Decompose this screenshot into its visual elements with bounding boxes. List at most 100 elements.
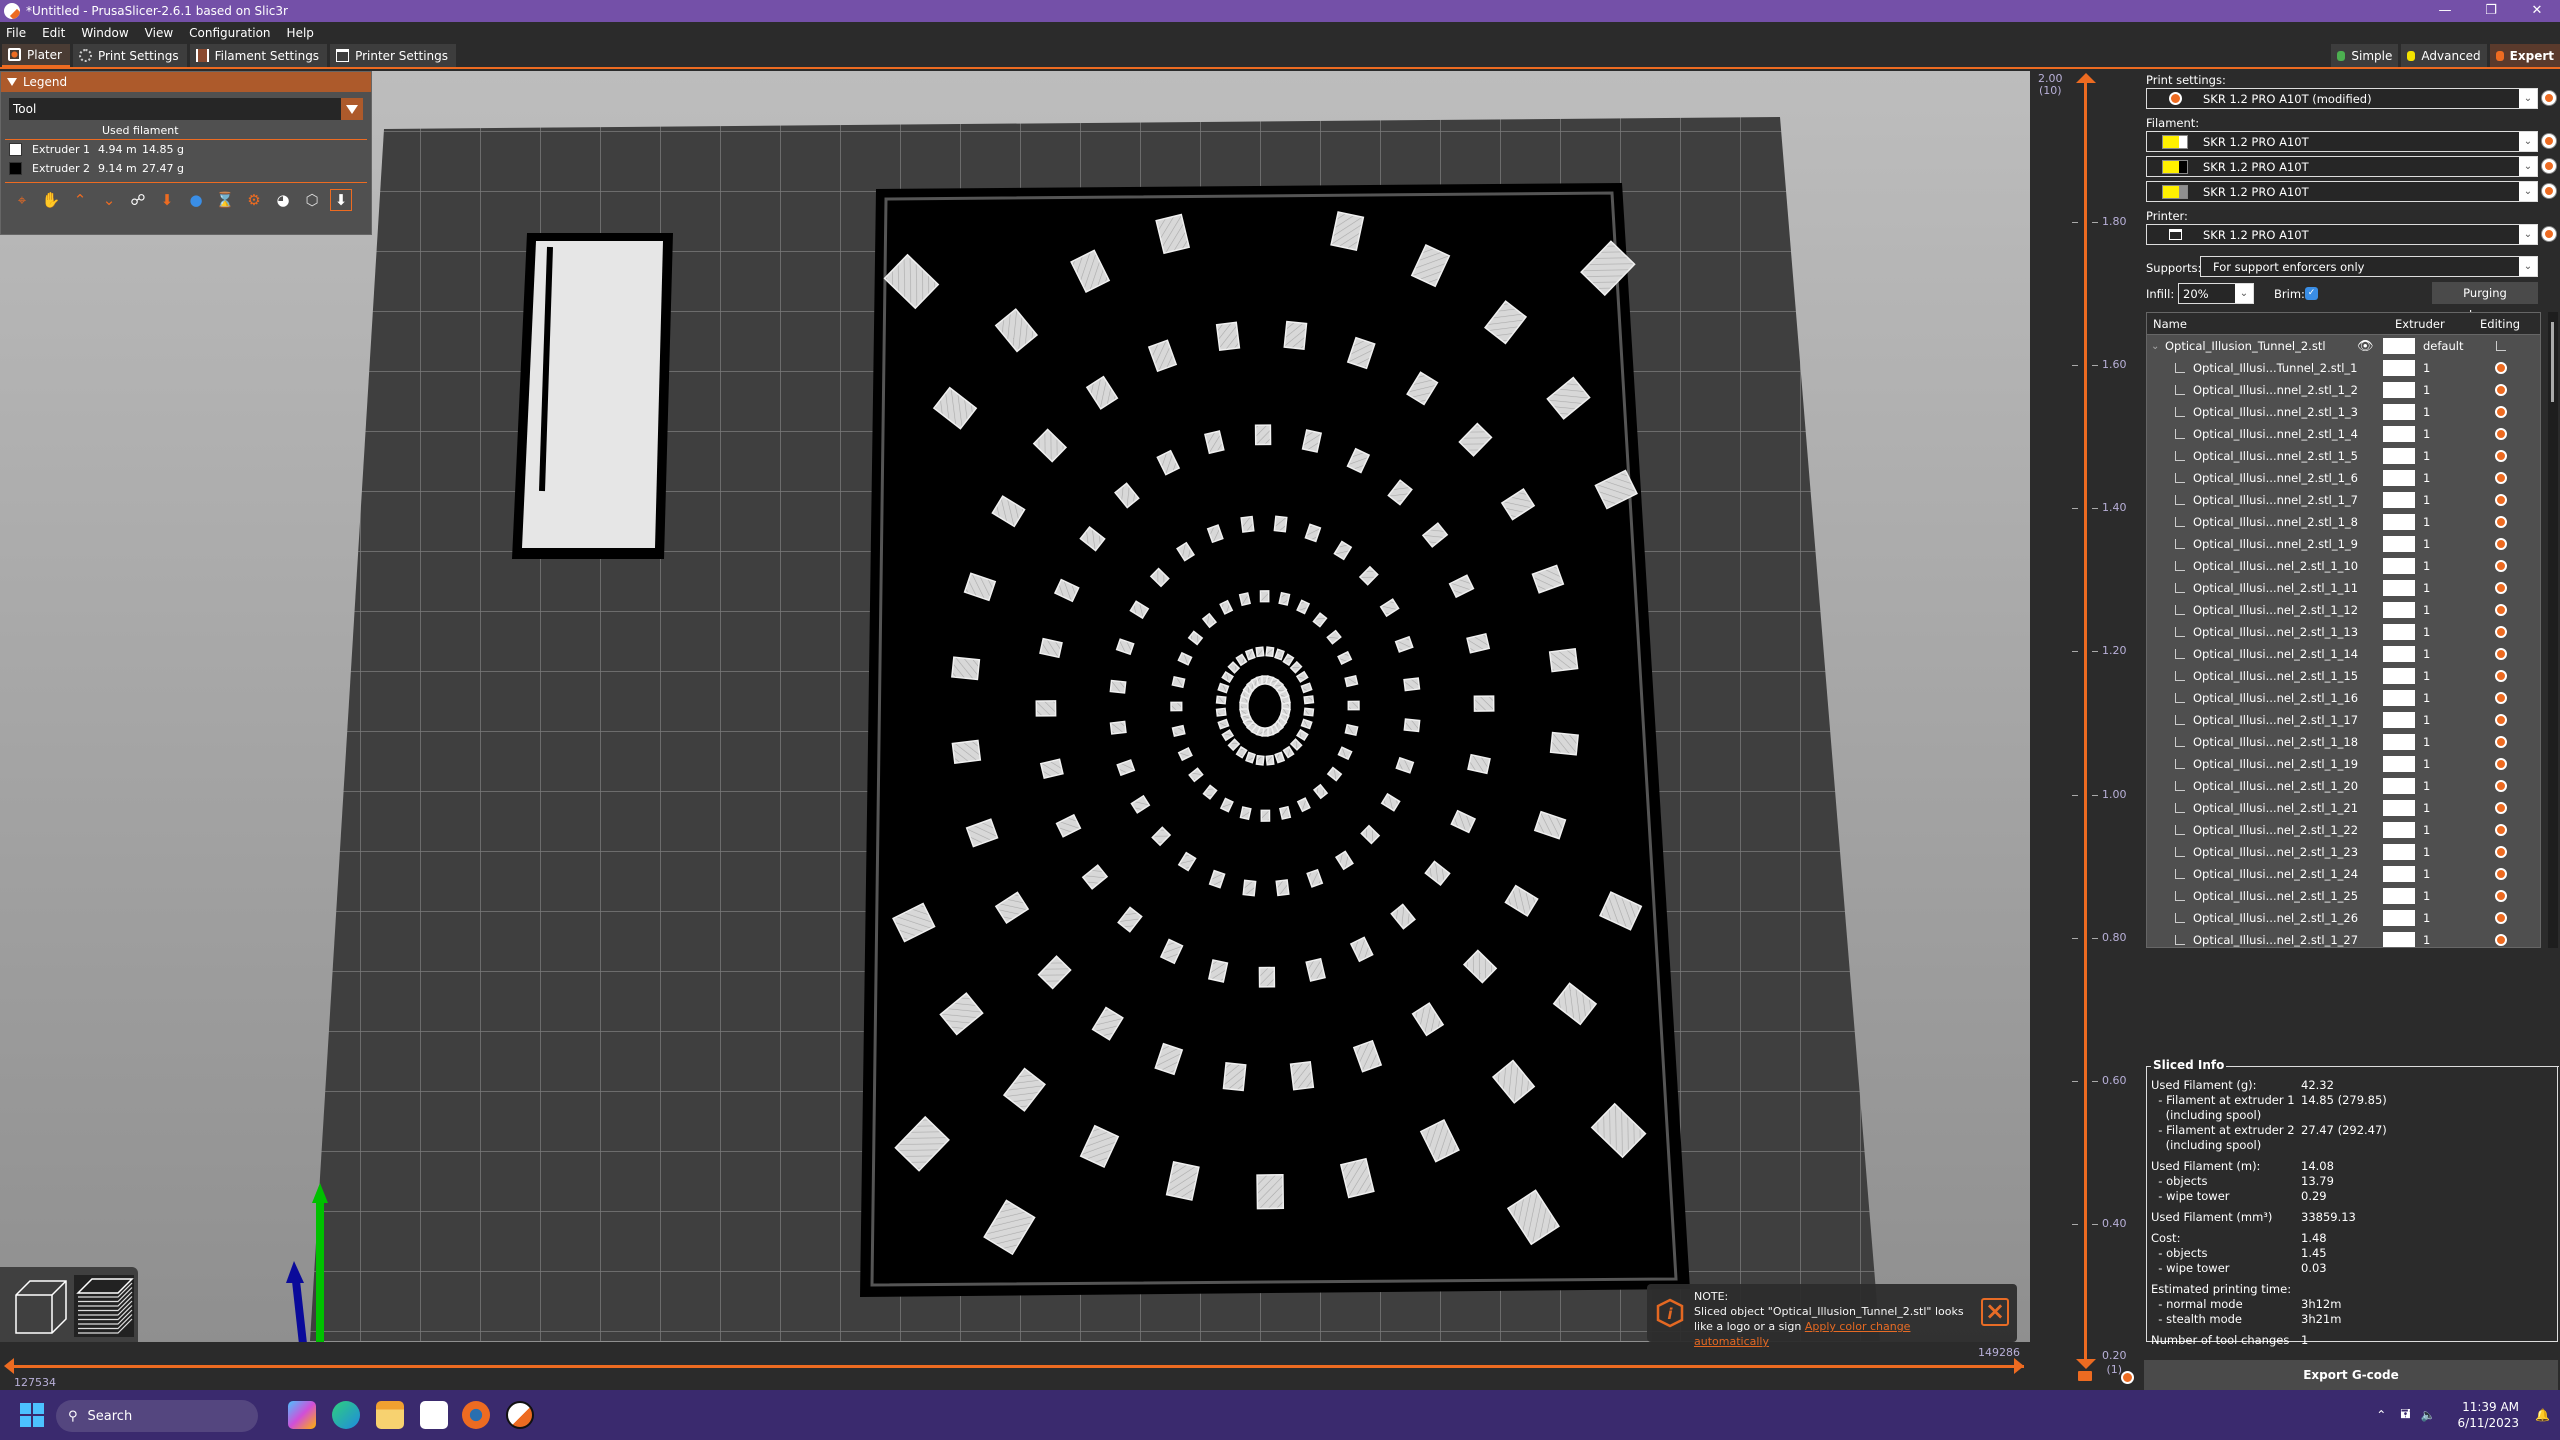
part-row[interactable]: Optical_Illusi...nel_2.stl_1_12 1 <box>2147 599 2540 621</box>
settings-gear-icon[interactable] <box>2495 604 2507 616</box>
menu-configuration[interactable]: Configuration <box>187 26 272 40</box>
extruder-color[interactable] <box>2383 822 2415 838</box>
maximize-button[interactable]: ❐ <box>2468 0 2514 22</box>
menu-file[interactable]: File <box>4 26 28 40</box>
filament-combo-2[interactable]: SKR 1.2 PRO A10T ⌄ <box>2146 156 2538 177</box>
settings-gear-icon[interactable] <box>2495 714 2507 726</box>
menu-edit[interactable]: Edit <box>40 26 67 40</box>
settings-gear-icon[interactable] <box>2495 846 2507 858</box>
legend-row-extruder-1[interactable]: Extruder 1 4.94 m 14.85 g <box>1 140 371 159</box>
mode-expert-button[interactable]: Expert <box>2489 44 2560 67</box>
slider-right-thumb[interactable] <box>2014 1358 2024 1374</box>
close-notification-button[interactable]: × <box>1981 1298 2009 1326</box>
extruder-color[interactable] <box>2383 756 2415 772</box>
mode-simple-button[interactable]: Simple <box>2331 44 2399 67</box>
printer-combo[interactable]: SKR 1.2 PRO A10T ⌄ <box>2146 224 2538 245</box>
dropdown-arrow-icon[interactable] <box>341 98 363 120</box>
settings-gear-icon[interactable] <box>2495 384 2507 396</box>
part-row[interactable]: Optical_Illusi...nel_2.stl_1_15 1 <box>2147 665 2540 687</box>
eye-visibility-icon[interactable]: 👁 <box>2357 339 2374 354</box>
shells-icon[interactable]: ⬡ <box>301 189 323 211</box>
extruder-color[interactable] <box>2383 866 2415 882</box>
settings-gear-icon[interactable] <box>2495 780 2507 792</box>
extruder-color[interactable] <box>2383 844 2415 860</box>
extruder-color[interactable] <box>2383 910 2415 926</box>
settings-gear-icon[interactable] <box>2495 890 2507 902</box>
edge-icon[interactable] <box>332 1401 360 1429</box>
part-row[interactable]: Optical_Illusi...nnel_2.stl_1_8 1 <box>2147 511 2540 533</box>
settings-gear-icon[interactable] <box>2495 494 2507 506</box>
settings-gear-icon[interactable] <box>2495 406 2507 418</box>
extruder-color[interactable] <box>2383 668 2415 684</box>
part-row[interactable]: Optical_Illusi...nel_2.stl_1_13 1 <box>2147 621 2540 643</box>
settings-gear-icon[interactable] <box>2495 692 2507 704</box>
supports-select[interactable]: For support enforcers only ⌄ <box>2200 256 2538 277</box>
settings-gear-icon[interactable] <box>2495 516 2507 528</box>
part-row[interactable]: Optical_Illusi...nel_2.stl_1_19 1 <box>2147 753 2540 775</box>
legend-row-extruder-2[interactable]: Extruder 2 9.14 m 27.47 g <box>1 159 371 178</box>
part-row[interactable]: Optical_Illusi...nnel_2.stl_1_2 1 <box>2147 379 2540 401</box>
part-row[interactable]: Optical_Illusi...nel_2.stl_1_21 1 <box>2147 797 2540 819</box>
extruder-color[interactable] <box>2383 536 2415 552</box>
wipe-icon[interactable]: ✋ <box>40 189 62 211</box>
extruder-color[interactable] <box>2383 690 2415 706</box>
brim-checkbox[interactable]: ✓ <box>2305 287 2318 300</box>
settings-gear-icon[interactable] <box>2495 428 2507 440</box>
tab-print-settings[interactable]: Print Settings <box>72 44 187 67</box>
store-icon[interactable] <box>420 1401 448 1429</box>
edit-filament-preset-icon[interactable] <box>2542 159 2556 173</box>
menu-window[interactable]: Window <box>79 26 130 40</box>
travel-icon[interactable]: ⌖ <box>11 189 33 211</box>
extruder-color[interactable] <box>2383 448 2415 464</box>
tool-marker-icon[interactable]: ⬇ <box>330 189 352 211</box>
extruder-color[interactable] <box>2383 514 2415 530</box>
clock[interactable]: 11:39 AM 6/11/2023 <box>2458 1399 2520 1431</box>
settings-gear-icon[interactable] <box>2495 450 2507 462</box>
extruder-color[interactable] <box>2383 338 2415 354</box>
extruder-color[interactable] <box>2383 426 2415 442</box>
tab-plater[interactable]: Plater <box>2 44 70 67</box>
retractions-icon[interactable]: ⌃ <box>69 189 91 211</box>
settings-gear-icon[interactable] <box>2495 934 2507 946</box>
settings-gear-icon[interactable] <box>2495 582 2507 594</box>
part-row[interactable]: Optical_Illusi...nel_2.stl_1_26 1 <box>2147 907 2540 929</box>
prusaslicer-icon[interactable] <box>506 1401 534 1429</box>
settings-gear-icon[interactable] <box>2495 670 2507 682</box>
mode-advanced-button[interactable]: Advanced <box>2401 44 2487 67</box>
part-row[interactable]: Optical_Illusi...nel_2.stl_1_22 1 <box>2147 819 2540 841</box>
part-row[interactable]: Optical_Illusi...nnel_2.stl_1_6 1 <box>2147 467 2540 489</box>
3d-viewport[interactable] <box>0 71 2030 1371</box>
part-row[interactable]: Optical_Illusi...Tunnel_2.stl_1 1 <box>2147 357 2540 379</box>
edit-filament-preset-icon[interactable] <box>2542 134 2556 148</box>
cog-settings-icon[interactable] <box>2121 1371 2134 1384</box>
pause-prints-icon[interactable]: ⌛ <box>214 189 236 211</box>
extruder-color[interactable] <box>2383 492 2415 508</box>
object-list-scrollbar[interactable] <box>2548 312 2558 948</box>
part-row[interactable]: Optical_Illusi...nnel_2.stl_1_4 1 <box>2147 423 2540 445</box>
minimize-button[interactable]: — <box>2422 0 2468 22</box>
settings-gear-icon[interactable] <box>2495 472 2507 484</box>
color-changes-icon[interactable]: ● <box>185 189 207 211</box>
extruder-color[interactable] <box>2383 932 2415 947</box>
copilot-pre-icon[interactable] <box>288 1401 316 1429</box>
menu-help[interactable]: Help <box>285 26 316 40</box>
3d-view-icon[interactable] <box>8 1275 68 1337</box>
extruder-color[interactable] <box>2383 580 2415 596</box>
extruder-color[interactable] <box>2383 382 2415 398</box>
extruder-color[interactable] <box>2383 470 2415 486</box>
lock-icon[interactable] <box>2078 1371 2092 1381</box>
filament-combo-3[interactable]: SKR 1.2 PRO A10T ⌄ <box>2146 181 2538 202</box>
chevron-down-icon[interactable]: ⌄ <box>2151 341 2159 352</box>
part-row[interactable]: Optical_Illusi...nel_2.stl_1_20 1 <box>2147 775 2540 797</box>
part-row[interactable]: Optical_Illusi...nel_2.stl_1_24 1 <box>2147 863 2540 885</box>
print-settings-combo[interactable]: SKR 1.2 PRO A10T (modified) ⌄ <box>2146 88 2538 109</box>
bottom-thumb[interactable] <box>2076 1359 2096 1369</box>
settings-gear-icon[interactable] <box>2495 912 2507 924</box>
part-row[interactable]: Optical_Illusi...nel_2.stl_1_11 1 <box>2147 577 2540 599</box>
extruder-color[interactable] <box>2383 712 2415 728</box>
preview-layers-icon[interactable] <box>74 1275 134 1337</box>
edit-filament-preset-icon[interactable] <box>2542 184 2556 198</box>
extruder-color[interactable] <box>2383 734 2415 750</box>
edit-print-preset-icon[interactable] <box>2542 91 2556 105</box>
settings-gear-icon[interactable] <box>2495 802 2507 814</box>
